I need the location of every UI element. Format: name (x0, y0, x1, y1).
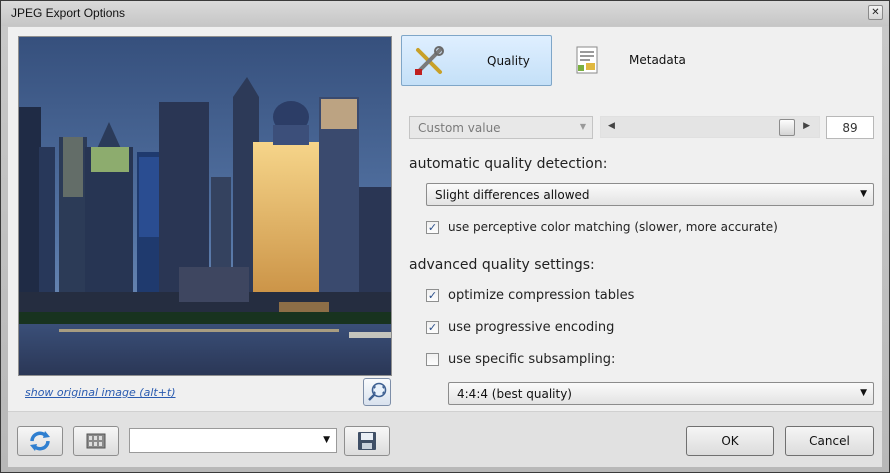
refresh-button[interactable] (17, 426, 63, 456)
jpeg-export-dialog: JPEG Export Options ✕ show original imag… (0, 0, 890, 473)
window-title: JPEG Export Options (11, 6, 126, 20)
save-icon (358, 432, 376, 450)
optimize-tables-checkbox[interactable]: ✓ (426, 289, 439, 302)
refresh-icon (30, 431, 50, 451)
zoom-icon (368, 382, 387, 401)
slider-right-arrow-icon[interactable]: ▶ (803, 121, 810, 131)
subsampling-select[interactable]: 4:4:4 (best quality) ▼ (448, 382, 874, 405)
show-original-link[interactable]: show original image (alt+t) (25, 386, 176, 399)
detection-mode-value: Slight differences allowed (435, 188, 590, 202)
chevron-down-icon: ▼ (860, 189, 867, 199)
progressive-encoding-label: use progressive encoding (448, 320, 615, 335)
document-icon (576, 46, 598, 74)
tools-icon (415, 46, 444, 75)
quality-preset-select[interactable]: Custom value ▼ (409, 116, 593, 139)
subsampling-value: 4:4:4 (best quality) (457, 387, 572, 401)
city-skyline-image (19, 37, 391, 375)
optimize-tables-label: optimize compression tables (448, 288, 635, 303)
image-preview[interactable] (18, 36, 392, 376)
specific-subsampling-label: use specific subsampling: (448, 352, 616, 367)
tab-quality[interactable]: Quality (401, 35, 552, 86)
dialog-body: show original image (alt+t) Quality Meta… (8, 27, 882, 467)
quality-preset-value: Custom value (418, 121, 501, 135)
save-preset-button[interactable] (344, 426, 390, 456)
slider-left-arrow-icon[interactable]: ◀ (608, 121, 615, 131)
specific-subsampling-checkbox[interactable] (426, 353, 439, 366)
perceptive-color-label: use perceptive color matching (slower, m… (448, 220, 778, 234)
footer-bar: ▼ OK Cancel (8, 411, 882, 467)
preset-name-combo[interactable]: ▼ (129, 428, 337, 453)
close-button[interactable]: ✕ (868, 5, 883, 20)
cancel-button[interactable]: Cancel (785, 426, 874, 456)
ok-button[interactable]: OK (686, 426, 774, 456)
slider-thumb[interactable] (778, 119, 795, 136)
tab-quality-label: Quality (487, 54, 530, 68)
advanced-settings-heading: advanced quality settings: (409, 257, 595, 273)
presets-button[interactable] (73, 426, 119, 456)
chevron-down-icon: ▼ (323, 435, 330, 445)
tab-metadata[interactable]: Metadata (562, 35, 702, 86)
perceptive-color-checkbox[interactable]: ✓ (426, 221, 439, 234)
chevron-down-icon: ▼ (860, 388, 867, 398)
progressive-encoding-checkbox[interactable]: ✓ (426, 321, 439, 334)
quality-value-field[interactable]: 89 (826, 116, 874, 139)
presets-icon (86, 433, 106, 449)
zoom-button[interactable] (363, 378, 391, 406)
chevron-down-icon: ▼ (579, 122, 586, 131)
close-icon: ✕ (871, 7, 880, 18)
title-bar[interactable]: JPEG Export Options ✕ (1, 1, 889, 26)
detection-mode-select[interactable]: Slight differences allowed ▼ (426, 183, 874, 206)
auto-detection-heading: automatic quality detection: (409, 156, 608, 172)
quality-slider[interactable]: ◀ ▶ (600, 116, 820, 138)
tab-metadata-label: Metadata (629, 53, 686, 67)
